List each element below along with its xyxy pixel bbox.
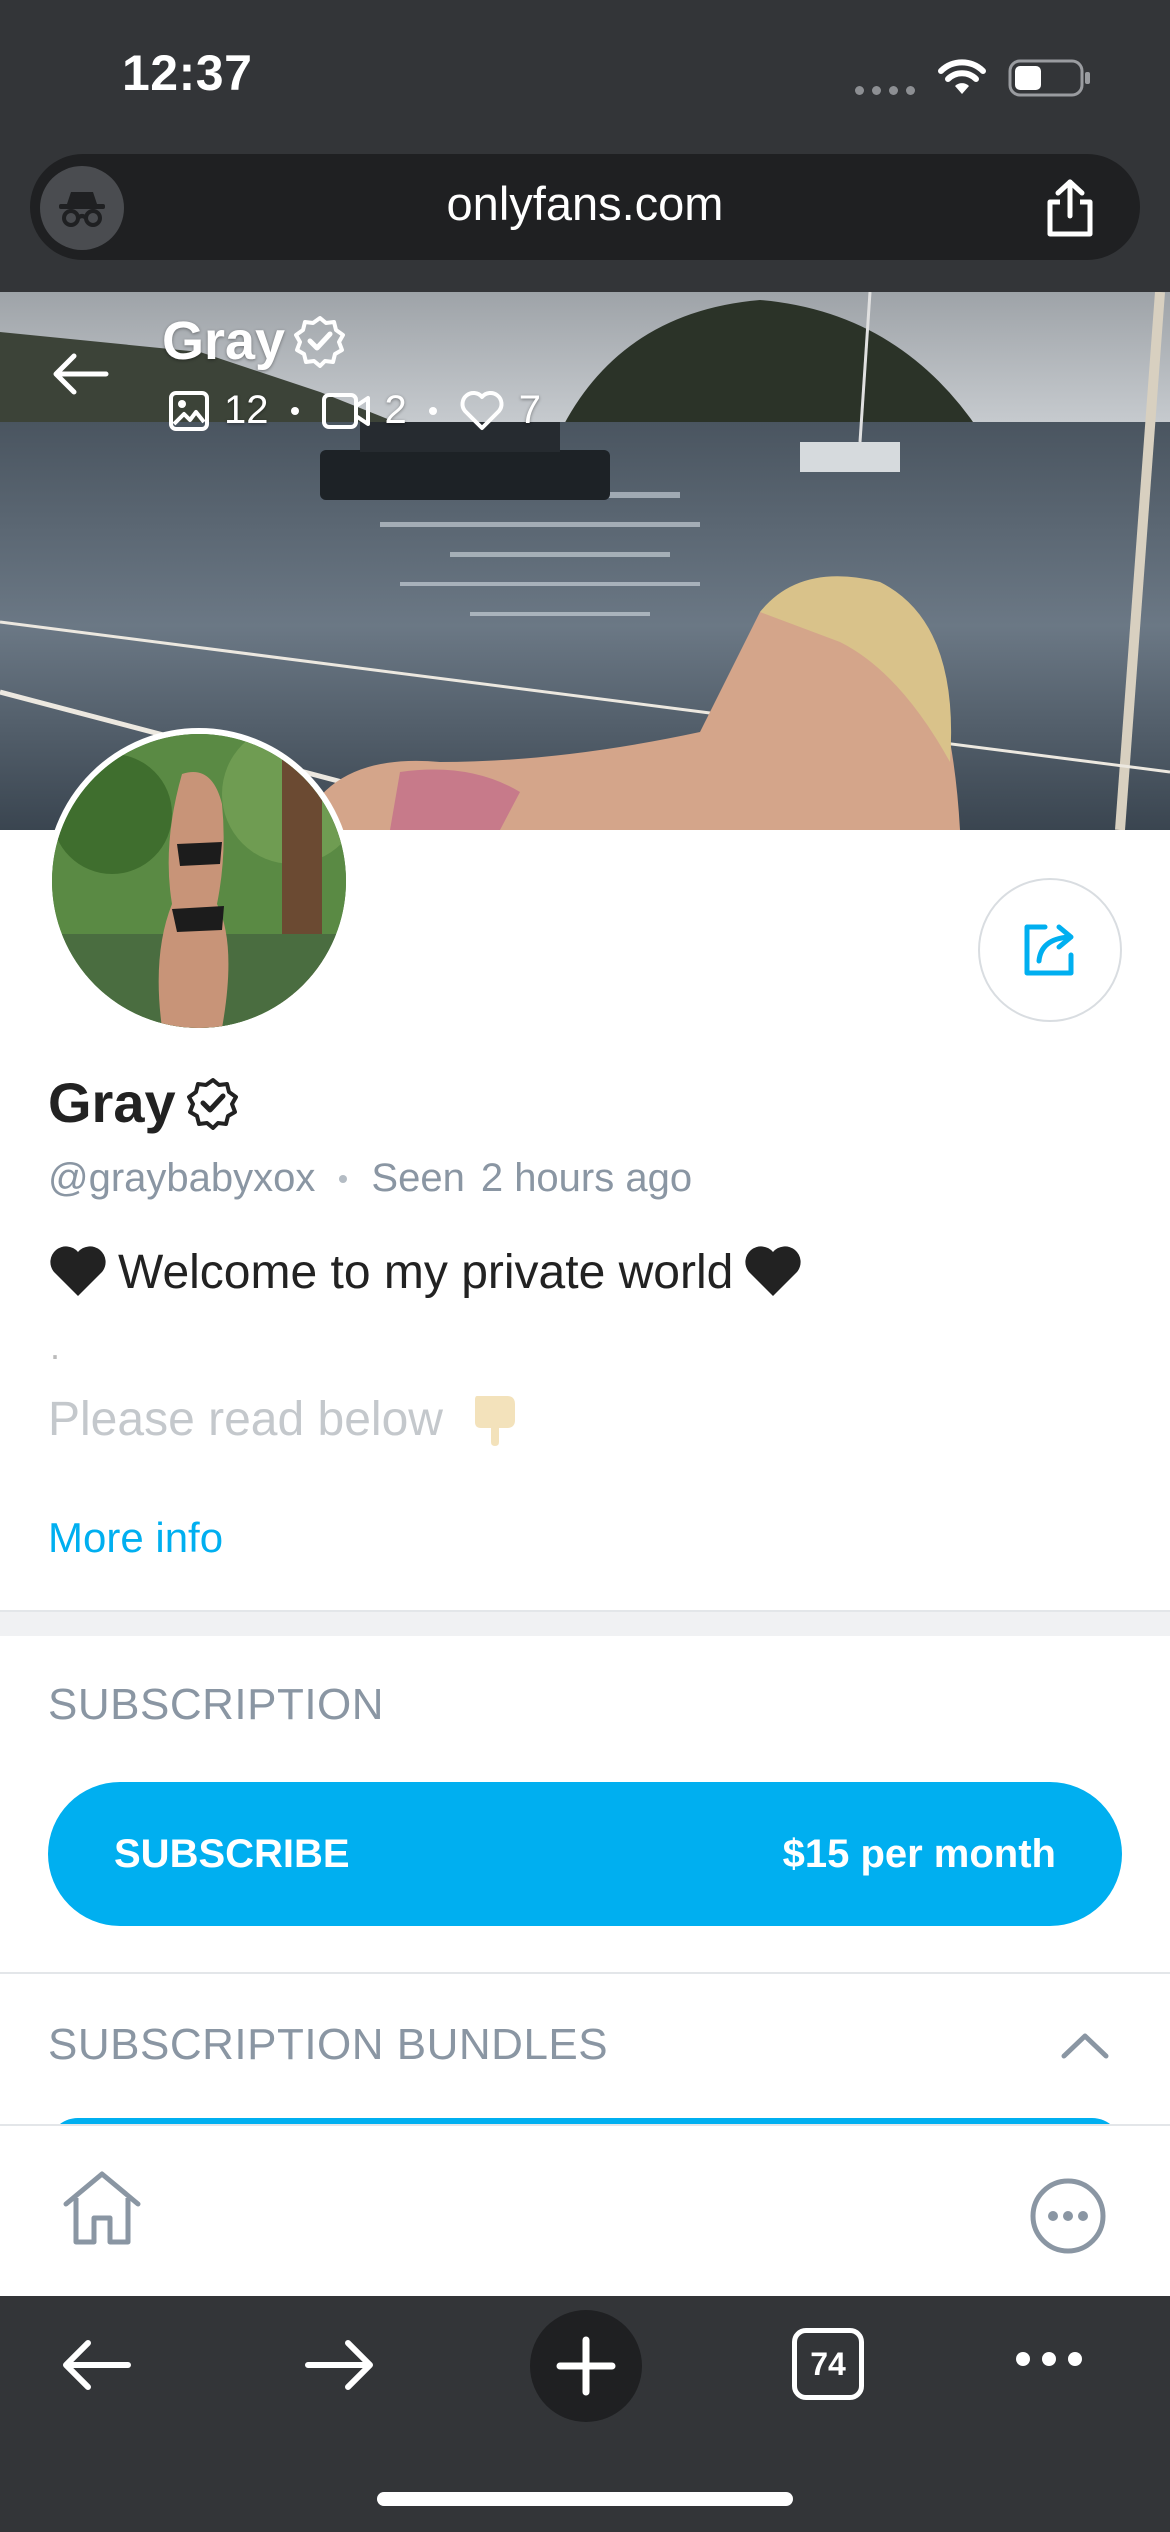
profile-handle: @graybabyxox: [48, 1156, 316, 1200]
videos-stat: 2: [321, 388, 407, 433]
profile-name-text: Gray: [48, 1071, 176, 1134]
bio-line-2: .: [50, 1326, 61, 1367]
profile-stats: 12 2 7: [168, 388, 541, 433]
section-divider: [0, 1972, 1170, 1974]
photos-count: 12: [224, 388, 269, 432]
site-bottom-nav: [0, 2124, 1170, 2298]
plus-icon: [556, 2336, 616, 2396]
section-divider: [0, 1610, 1170, 1636]
subscription-section-title: SUBSCRIPTION: [48, 1680, 385, 1729]
subscribe-price: $15 per month: [782, 1831, 1056, 1876]
avatar-image: [52, 734, 346, 1028]
share-icon[interactable]: [1040, 178, 1100, 240]
share-profile-button[interactable]: [978, 878, 1122, 1022]
bio-line-3: Please read below: [48, 1390, 519, 1448]
black-heart-icon: [50, 1246, 106, 1296]
chevron-up-icon[interactable]: [1060, 2030, 1110, 2060]
wifi-icon: [938, 59, 986, 94]
home-indicator[interactable]: [377, 2492, 793, 2506]
url-text[interactable]: onlyfans.com: [0, 176, 1170, 231]
forward-arrow-icon[interactable]: [302, 2335, 378, 2395]
video-icon: [321, 392, 370, 429]
seen-label: Seen: [371, 1156, 465, 1200]
tabs-icon[interactable]: 74: [792, 2328, 864, 2400]
verified-icon: [186, 1077, 238, 1130]
likes-count: 7: [518, 388, 541, 432]
home-icon[interactable]: [60, 2168, 144, 2248]
back-arrow-icon[interactable]: [50, 350, 110, 398]
share-profile-icon: [1024, 924, 1074, 976]
more-info-link[interactable]: More info: [48, 1514, 223, 1562]
battery-icon: [1008, 59, 1090, 97]
videos-count: 2: [384, 388, 407, 432]
black-heart-icon: [745, 1246, 801, 1296]
subscription-bundles-title[interactable]: SUBSCRIPTION BUNDLES: [48, 2020, 608, 2070]
heart-icon: [460, 390, 504, 430]
bio-line-3-text: Please read below: [48, 1392, 443, 1446]
subscribe-button[interactable]: SUBSCRIBE $15 per month: [48, 1782, 1122, 1926]
likes-stat: 7: [459, 388, 541, 433]
profile-name: Gray: [48, 1070, 240, 1135]
verified-icon: [294, 316, 346, 368]
handle-row: @graybabyxox Seen 2 hours ago: [48, 1156, 692, 1201]
back-arrow-icon[interactable]: [58, 2335, 134, 2395]
avatar[interactable]: [46, 728, 352, 1034]
more-options-icon[interactable]: [1016, 2352, 1082, 2366]
subscribe-label: SUBSCRIBE: [114, 1831, 350, 1876]
seen-time: 2 hours ago: [480, 1156, 693, 1200]
bio-line-1-text: Welcome to my private world: [118, 1245, 734, 1299]
pointing-down-icon: [474, 1396, 515, 1446]
photos-stat: 12: [168, 388, 269, 433]
more-icon[interactable]: [1028, 2176, 1108, 2256]
bio-line-1: Welcome to my private world: [48, 1244, 803, 1300]
cellular-signal-icon: [855, 86, 915, 95]
image-icon: [169, 390, 209, 431]
cover-profile-name: Gray: [162, 310, 347, 372]
status-time: 12:37: [122, 45, 253, 101]
cover-name-text: Gray: [162, 311, 286, 371]
new-tab-button[interactable]: [530, 2310, 642, 2422]
